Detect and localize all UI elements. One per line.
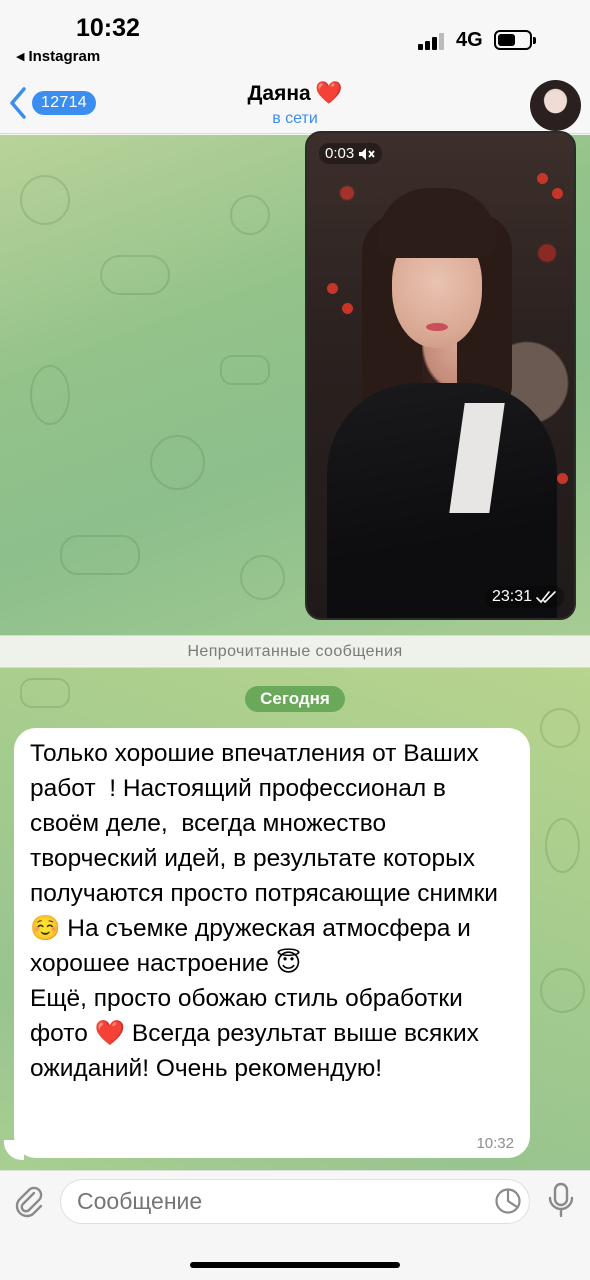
contact-name: Даяна xyxy=(247,82,311,105)
chat-title-block[interactable]: Даяна ❤️ в сети xyxy=(0,80,590,128)
back-to-app-link[interactable]: ◀ Instagram xyxy=(16,48,100,65)
battery-icon xyxy=(494,30,536,50)
date-separator: Сегодня xyxy=(245,686,345,712)
paperclip-icon[interactable] xyxy=(12,1184,46,1218)
microphone-icon[interactable] xyxy=(546,1182,576,1218)
message-input[interactable] xyxy=(60,1179,530,1224)
video-duration: 0:03 xyxy=(319,143,383,164)
unread-messages-divider: Непрочитанные сообщения xyxy=(0,635,590,668)
video-message[interactable]: 0:03 23:31 xyxy=(305,131,576,620)
back-triangle-icon: ◀ xyxy=(16,51,25,63)
video-duration-label: 0:03 xyxy=(325,145,355,162)
incoming-message-bubble[interactable]: Только хорошие впечатления от Ваших рабо… xyxy=(14,728,530,1158)
chat-header: 10:32 ◀ Instagram 4G 12714 Даяна ❤️ в се… xyxy=(0,0,590,134)
signal-icon xyxy=(418,32,448,50)
video-timestamp: 23:31 xyxy=(485,586,564,608)
status-time: 10:32 xyxy=(76,14,140,42)
double-check-icon xyxy=(536,591,556,604)
sticker-icon[interactable] xyxy=(494,1187,522,1215)
back-app-label: Instagram xyxy=(28,48,101,65)
video-time-label: 23:31 xyxy=(491,588,532,605)
avatar[interactable] xyxy=(530,80,581,131)
heart-emoji: ❤️ xyxy=(315,80,343,105)
speaker-muted-icon xyxy=(359,147,375,160)
message-time: 10:32 xyxy=(476,1135,514,1152)
home-indicator xyxy=(190,1262,400,1268)
message-text: Только хорошие впечатления от Ваших рабо… xyxy=(30,740,498,1082)
online-status: в сети xyxy=(272,110,318,127)
network-type: 4G xyxy=(456,29,483,51)
